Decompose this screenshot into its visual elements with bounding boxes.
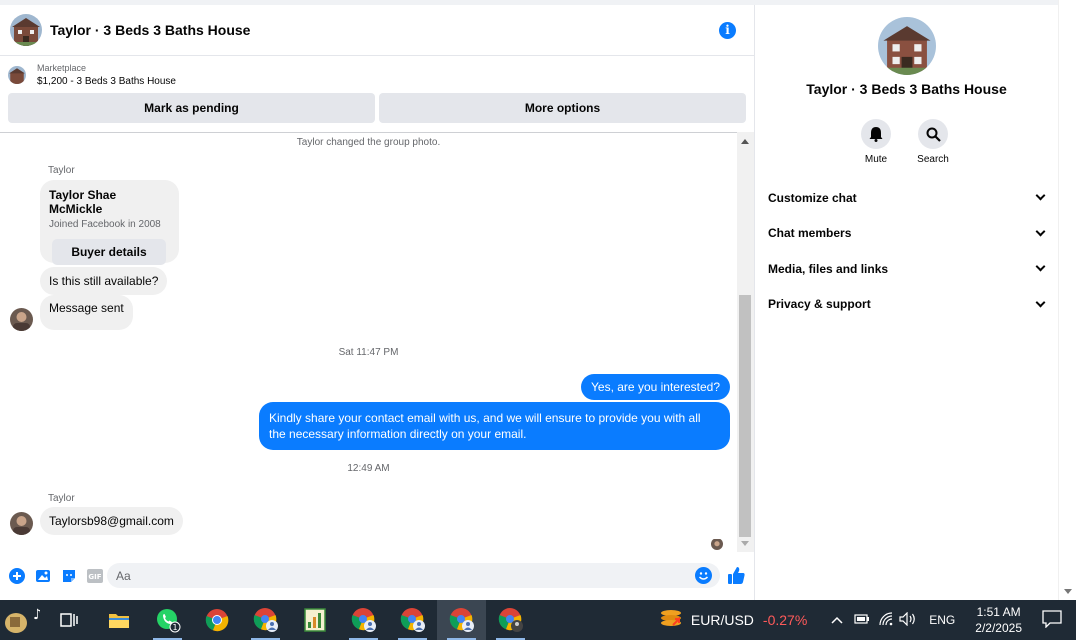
system-tray: EUR/USD -0.27% ENG 1:51 AM 2/2/2025 — [659, 600, 1076, 640]
chrome-guest-icon[interactable] — [486, 600, 535, 640]
task-view-icon[interactable] — [44, 600, 94, 640]
chevron-down-icon — [1035, 261, 1046, 272]
sidebar-menu: Customize chat Chat members Media, files… — [768, 180, 1047, 322]
search-label: Search — [917, 154, 949, 165]
menu-item-label: Chat members — [768, 226, 852, 241]
timestamp: 12:49 AM — [347, 463, 390, 474]
plus-icon[interactable] — [9, 568, 25, 584]
currency-change[interactable]: -0.27% — [763, 612, 807, 628]
sender-avatar[interactable] — [10, 512, 33, 535]
composer: GIF — [0, 557, 755, 595]
scroll-up-arrow[interactable] — [741, 139, 749, 144]
sidebar-title: Taylor · 3 Beds 3 Baths House — [806, 81, 1007, 97]
chevron-down-icon — [1035, 297, 1046, 308]
chrome-profile-icon-3[interactable] — [388, 600, 437, 640]
menu-item-label: Customize chat — [768, 190, 857, 205]
currency-pair[interactable]: EUR/USD — [691, 612, 754, 628]
chevron-down-icon — [1035, 226, 1046, 237]
scroll-down-arrow[interactable] — [741, 541, 749, 546]
windows-taskbar: ♪ 1 EUR/USD -0.27% ENG 1:51 AM 2/2/2025 — [0, 600, 1076, 640]
photo-icon[interactable] — [35, 568, 51, 584]
menu-item-label: Privacy & support — [768, 297, 871, 312]
menu-media-files-links[interactable]: Media, files and links — [768, 251, 1047, 287]
menu-customize-chat[interactable]: Customize chat — [768, 180, 1047, 216]
clock-date: 2/2/2025 — [975, 621, 1022, 635]
menu-chat-members[interactable]: Chat members — [768, 216, 1047, 252]
menu-item-label: Media, files and links — [768, 261, 889, 276]
svg-text:♪: ♪ — [33, 607, 40, 623]
emoji-icon[interactable] — [695, 567, 712, 584]
thumbs-up-icon[interactable] — [727, 566, 746, 590]
sender-name: Taylor — [48, 165, 75, 176]
listing-title: $1,200 - 3 Beds 3 Baths House — [37, 75, 176, 87]
clock[interactable]: 1:51 AM 2/2/2025 — [975, 604, 1022, 636]
message-input[interactable] — [107, 563, 667, 588]
volume-icon[interactable] — [899, 611, 917, 629]
sender-name: Taylor — [48, 493, 75, 504]
notification-icon[interactable] — [1042, 609, 1062, 631]
bell-icon — [861, 119, 891, 149]
language-indicator[interactable]: ENG — [929, 613, 955, 627]
timestamp: Sat 11:47 PM — [338, 347, 399, 358]
marketplace-listing[interactable]: Marketplace $1,200 - 3 Beds 3 Baths Hous… — [0, 56, 754, 93]
sender-avatar[interactable] — [10, 308, 33, 331]
system-message: Taylor changed the group photo. — [296, 137, 441, 148]
outgoing-message[interactable]: Yes, are you interested? — [581, 374, 730, 400]
buyer-profile-card: Taylor Shae McMickle Joined Facebook in … — [40, 180, 179, 265]
sticker-icon[interactable] — [61, 568, 77, 584]
more-options-button[interactable]: More options — [379, 93, 746, 123]
chat-title[interactable]: Taylor · 3 Beds 3 Baths House — [50, 22, 719, 38]
listing-thumbnail — [8, 65, 26, 84]
whatsapp-icon[interactable]: 1 — [143, 600, 192, 640]
chat-header: Taylor · 3 Beds 3 Baths House i — [0, 5, 754, 56]
info-icon[interactable]: i — [719, 21, 736, 39]
whatsapp-badge: 1 — [172, 623, 177, 632]
incoming-message[interactable]: Is this still available? — [40, 267, 168, 295]
chart-app-icon[interactable] — [290, 600, 339, 640]
scroll-thumb[interactable] — [739, 295, 751, 537]
buyer-joined: Joined Facebook in 2008 — [49, 219, 161, 230]
mute-button[interactable]: Mute — [861, 119, 891, 165]
currency-widget-icon[interactable] — [659, 608, 683, 633]
buyer-name: Taylor Shae McMickle — [49, 188, 117, 216]
chevron-up-icon[interactable] — [831, 613, 843, 627]
mute-label: Mute — [864, 154, 888, 165]
mark-pending-button[interactable]: Mark as pending — [8, 93, 375, 123]
incoming-message[interactable]: Taylorsb98@gmail.com — [40, 507, 183, 535]
search-button[interactable]: Search — [917, 119, 949, 165]
message-scrollbar[interactable] — [737, 132, 754, 552]
message-list[interactable]: Taylor changed the group photo. Taylor T… — [0, 132, 737, 552]
marketplace-label: Marketplace — [37, 62, 87, 73]
file-explorer-icon[interactable] — [94, 600, 143, 640]
chrome-profile-icon-2[interactable] — [339, 600, 388, 640]
seen-avatar — [711, 538, 723, 550]
battery-icon[interactable] — [853, 613, 870, 628]
page-scroll-down-arrow[interactable] — [1064, 589, 1072, 594]
outgoing-message[interactable]: Kindly share your contact email with us,… — [259, 402, 730, 450]
chevron-down-icon — [1035, 190, 1046, 201]
sidebar-group-avatar[interactable] — [878, 17, 936, 75]
menu-privacy-support[interactable]: Privacy & support — [768, 287, 1047, 323]
music-app-icon[interactable]: ♪ — [0, 600, 44, 640]
sidebar-actions: Mute Search — [861, 119, 949, 165]
clock-time: 1:51 AM — [976, 605, 1021, 619]
message-input-wrap — [107, 563, 720, 588]
chrome-profile-icon[interactable] — [241, 600, 290, 640]
listing-actions: Mark as pending More options — [0, 93, 754, 123]
page-scrollbar[interactable] — [1058, 0, 1076, 600]
chat-info-sidebar: Taylor · 3 Beds 3 Baths House Mute Searc… — [755, 5, 1058, 595]
buyer-details-button[interactable]: Buyer details — [52, 239, 166, 265]
group-avatar[interactable] — [10, 14, 42, 46]
search-icon — [918, 119, 948, 149]
network-icon[interactable] — [879, 611, 893, 629]
chrome-icon[interactable] — [192, 600, 241, 640]
chrome-profile-icon-active[interactable] — [437, 600, 486, 640]
incoming-message[interactable]: Message sent — [40, 295, 133, 330]
gif-icon[interactable]: GIF — [87, 568, 103, 584]
gif-label: GIF — [88, 573, 101, 581]
messenger-app: Taylor · 3 Beds 3 Baths House i Marketpl… — [0, 0, 1076, 600]
